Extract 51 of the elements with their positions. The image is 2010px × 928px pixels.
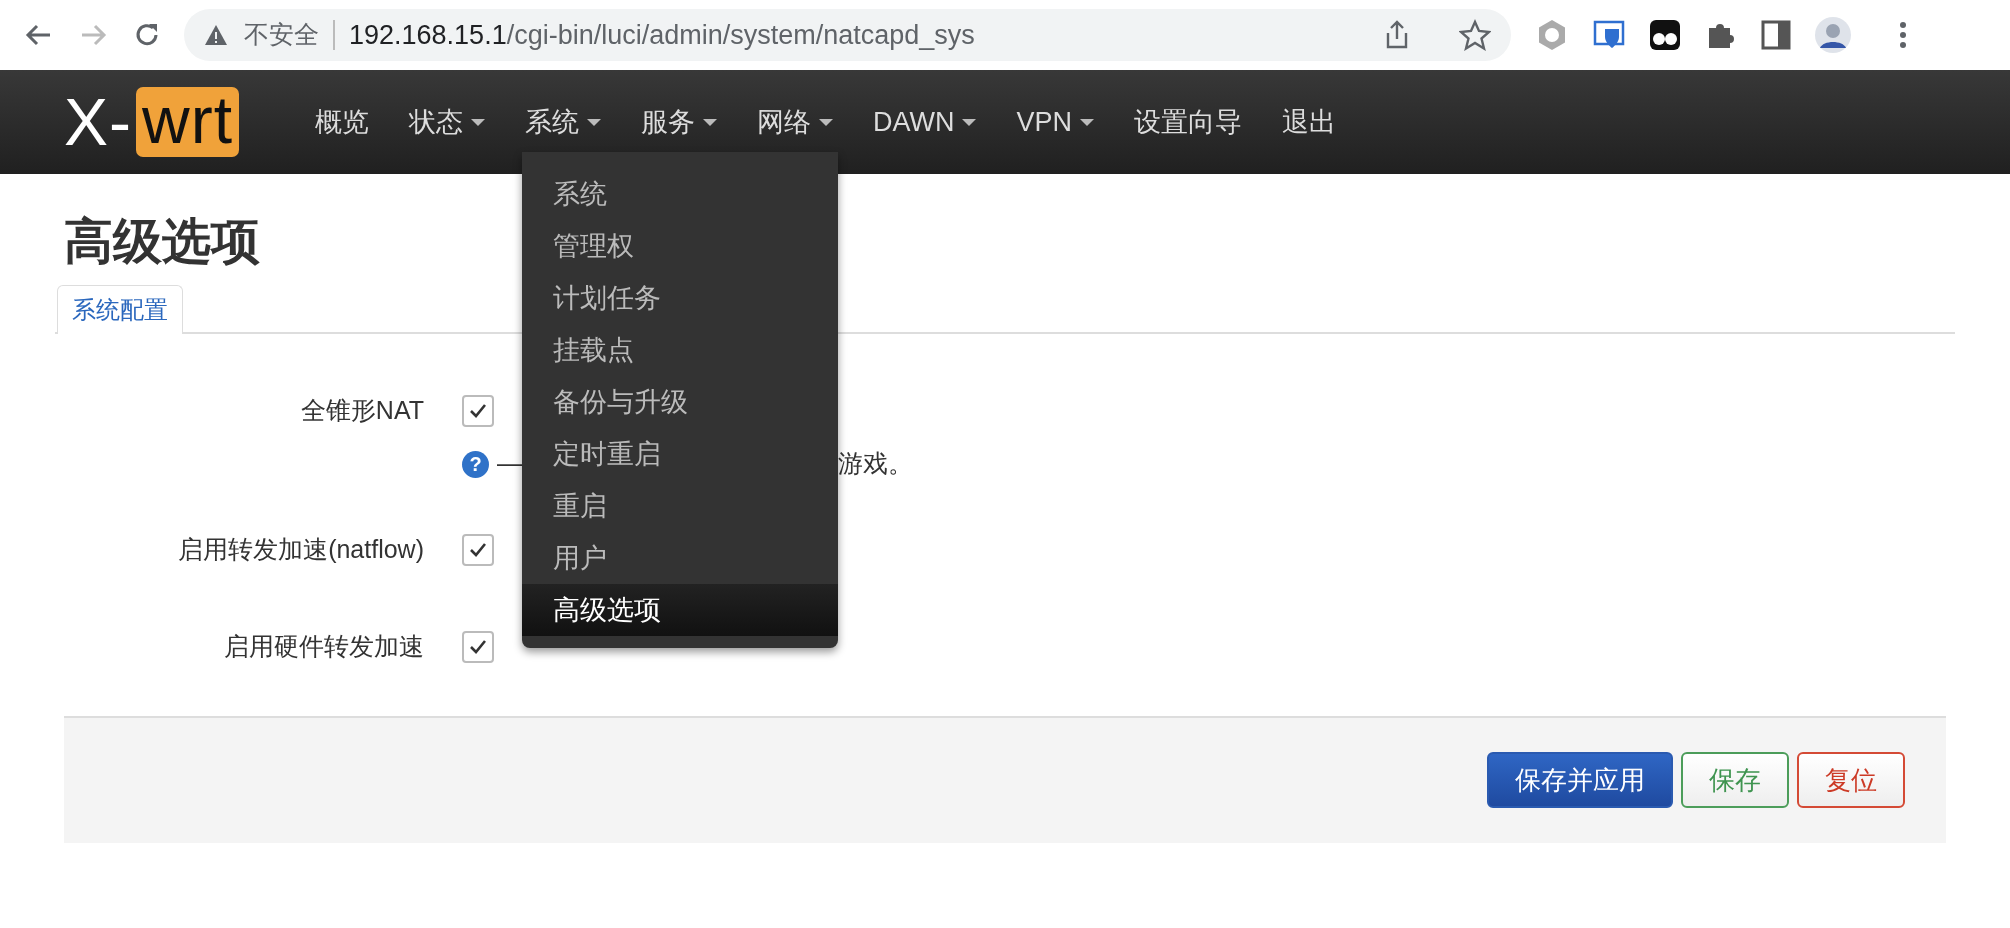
- option-label: 全锥形NAT: [299, 394, 424, 426]
- menu-item[interactable]: 重启: [522, 480, 838, 532]
- save-apply-button[interactable]: 保存并应用: [1487, 752, 1673, 809]
- menu-item[interactable]: 用户: [522, 532, 838, 584]
- star-icon[interactable]: [1459, 19, 1491, 51]
- option-label: 启用硬件转发加速: [223, 631, 424, 663]
- avatar-icon[interactable]: [1815, 17, 1851, 53]
- glasses-icon[interactable]: [1649, 19, 1681, 51]
- menu-item[interactable]: 管理权: [522, 220, 838, 272]
- warning-icon: [204, 24, 228, 46]
- help-icon[interactable]: ?: [462, 450, 489, 478]
- help-text: 游戏。: [838, 448, 913, 480]
- help-text: —: [497, 448, 522, 480]
- nav-link[interactable]: VPN: [996, 101, 1114, 143]
- menu-item[interactable]: 挂载点: [522, 324, 838, 376]
- nav-link[interactable]: 概览: [295, 101, 389, 143]
- checkbox[interactable]: [462, 533, 494, 566]
- checkbox[interactable]: [462, 631, 494, 664]
- sidebar-icon[interactable]: [1761, 20, 1791, 50]
- nav-link[interactable]: 状态: [389, 101, 505, 143]
- caret-icon: [1080, 118, 1094, 126]
- checkbox[interactable]: [462, 394, 494, 427]
- address-bar[interactable]: 不安全 192.168.15.1/cgi-bin/luci/admin/system/natcapd_sys: [184, 9, 1511, 61]
- tab[interactable]: 系统配置: [57, 284, 183, 334]
- reset-button[interactable]: 复位: [1797, 752, 1905, 809]
- menu-item[interactable]: 计划任务: [522, 272, 838, 324]
- menu-item[interactable]: 备份与升级: [522, 376, 838, 428]
- menu-item[interactable]: 高级选项: [522, 584, 838, 636]
- caret-icon: [471, 118, 485, 126]
- nav-link[interactable]: 设置向导: [1114, 101, 1262, 143]
- nav-link[interactable]: DAWN: [853, 101, 997, 143]
- caret-icon: [587, 118, 601, 126]
- shield-window-icon[interactable]: [1593, 19, 1625, 51]
- page-title: 高级选项: [64, 213, 260, 270]
- nav-link[interactable]: 退出: [1262, 101, 1356, 143]
- nav-link[interactable]: 系统: [505, 101, 621, 143]
- nav-link[interactable]: 服务: [621, 101, 737, 143]
- checkmark-icon: [469, 541, 487, 558]
- caret-icon: [819, 118, 833, 126]
- option-label: 启用转发加速(natflow): [177, 533, 424, 565]
- menu-item[interactable]: 定时重启: [522, 428, 838, 480]
- caret-icon: [962, 118, 977, 126]
- caret-icon: [703, 118, 717, 126]
- security-label: 不安全: [244, 19, 319, 51]
- checkmark-icon: [469, 639, 487, 656]
- url-text: 192.168.15.1/cgi-bin/luci/admin/system/natcapd_sys: [349, 18, 975, 52]
- menu-icon[interactable]: [1899, 20, 1907, 50]
- save-button[interactable]: 保存: [1681, 752, 1789, 809]
- nav-link[interactable]: 网络: [737, 101, 853, 143]
- menu-item[interactable]: 系统: [522, 168, 838, 220]
- checkmark-icon: [469, 402, 487, 419]
